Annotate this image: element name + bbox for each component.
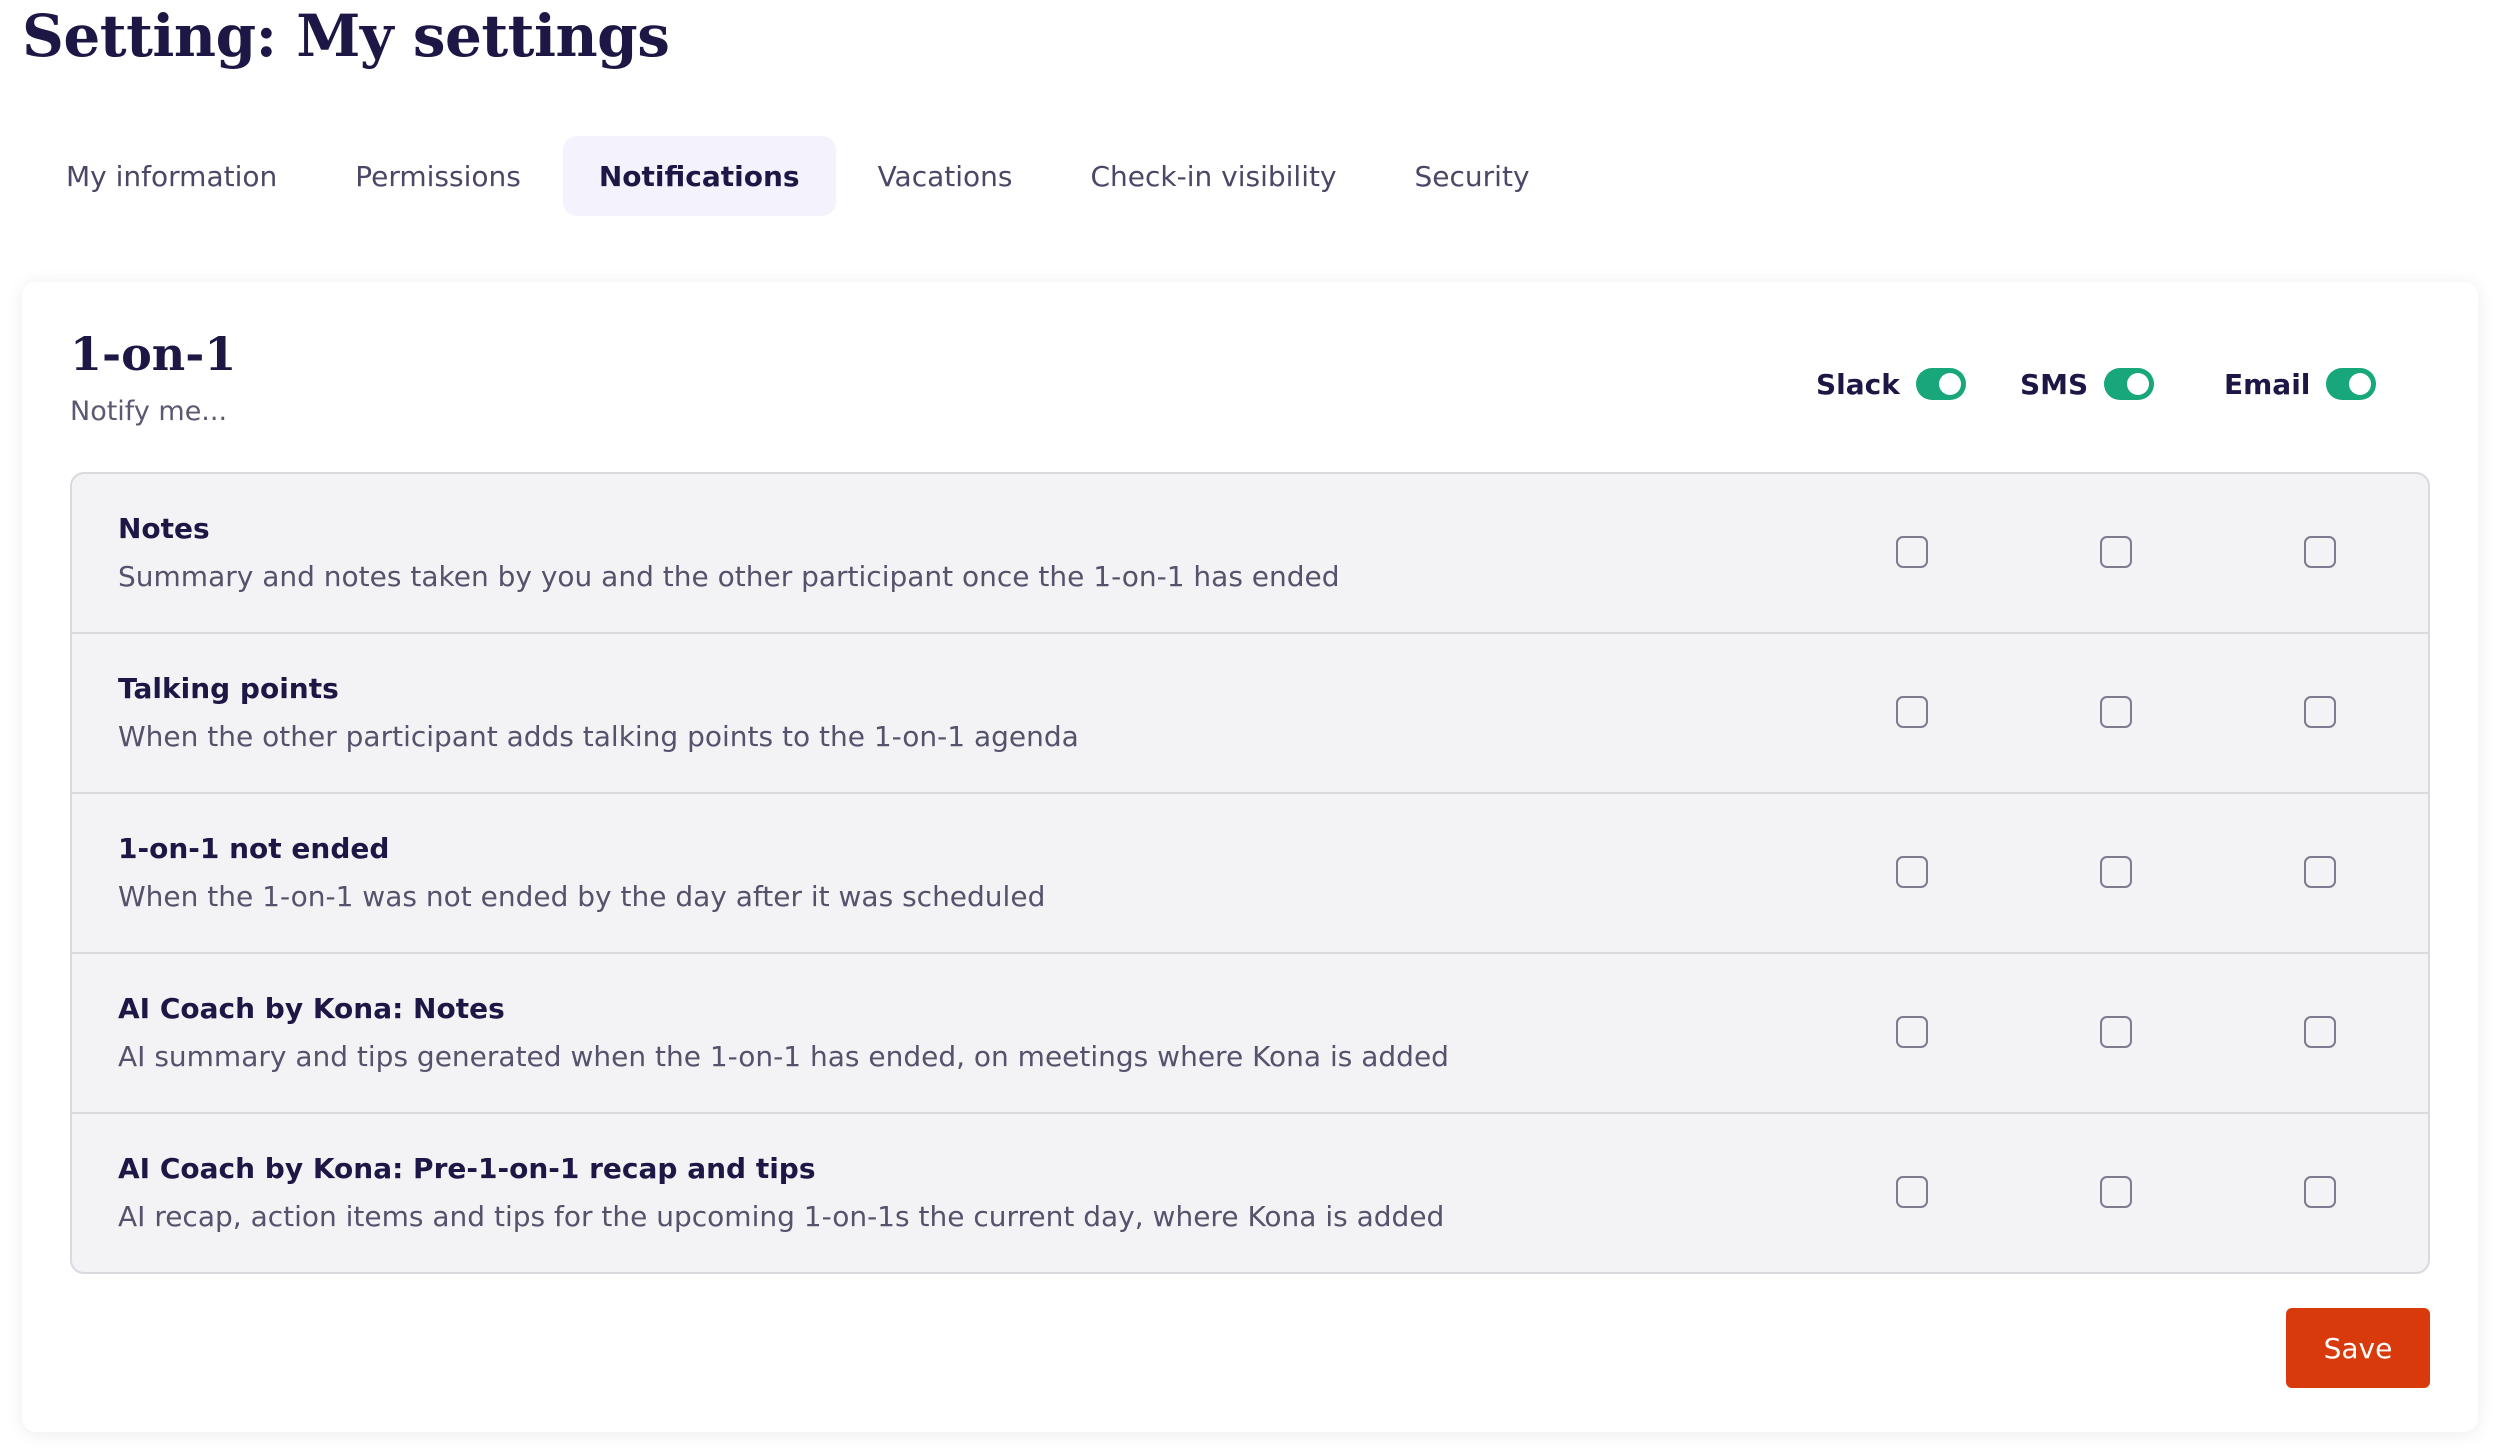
notification-row-ai-coach-notes: AI Coach by Kona: Notes AI summary and t… xyxy=(72,954,2428,1114)
section-subtitle: Notify me... xyxy=(70,396,228,427)
email-checkbox[interactable] xyxy=(2304,856,2336,888)
email-checkbox[interactable] xyxy=(2304,1176,2336,1208)
row-title: AI Coach by Kona: Pre-1-on-1 recap and t… xyxy=(118,1152,816,1185)
sms-checkbox[interactable] xyxy=(2100,1176,2132,1208)
notifications-card: 1-on-1 Notify me... Slack SMS Email Note… xyxy=(22,282,2478,1432)
email-checkbox[interactable] xyxy=(2304,536,2336,568)
row-title: Notes xyxy=(118,512,210,545)
sms-checkbox[interactable] xyxy=(2100,856,2132,888)
tab-permissions[interactable]: Permissions xyxy=(319,136,557,216)
email-checkbox[interactable] xyxy=(2304,696,2336,728)
tab-check-in-visibility[interactable]: Check-in visibility xyxy=(1054,136,1372,216)
tab-notifications[interactable]: Notifications xyxy=(562,136,836,216)
channel-label-slack: Slack xyxy=(1816,367,1900,401)
sms-checkbox[interactable] xyxy=(2100,696,2132,728)
save-button[interactable]: Save xyxy=(2286,1308,2430,1388)
row-description: Summary and notes taken by you and the o… xyxy=(118,560,1340,593)
slack-toggle[interactable] xyxy=(1915,368,1966,400)
row-title: 1-on-1 not ended xyxy=(118,832,390,865)
channel-slack: Slack xyxy=(1816,362,1966,406)
row-description: AI recap, action items and tips for the … xyxy=(118,1200,1445,1233)
slack-checkbox[interactable] xyxy=(1896,1176,1928,1208)
email-toggle[interactable] xyxy=(2326,368,2377,400)
toggle-knob xyxy=(2127,373,2150,395)
toggle-knob xyxy=(1938,373,1961,395)
slack-checkbox[interactable] xyxy=(1896,856,1928,888)
settings-tabs: My information Permissions Notifications… xyxy=(30,136,1566,216)
row-description: When the 1-on-1 was not ended by the day… xyxy=(118,880,1046,913)
notification-table: Notes Summary and notes taken by you and… xyxy=(70,472,2430,1274)
tab-security[interactable]: Security xyxy=(1379,136,1566,216)
notification-row-notes: Notes Summary and notes taken by you and… xyxy=(72,474,2428,634)
slack-checkbox[interactable] xyxy=(1896,536,1928,568)
row-description: When the other participant adds talking … xyxy=(118,720,1079,753)
channel-email: Email xyxy=(2224,362,2377,406)
slack-checkbox[interactable] xyxy=(1896,696,1928,728)
sms-checkbox[interactable] xyxy=(2100,1016,2132,1048)
sms-toggle[interactable] xyxy=(2104,368,2155,400)
row-title: AI Coach by Kona: Notes xyxy=(118,992,505,1025)
section-title: 1-on-1 xyxy=(70,327,237,381)
channel-label-email: Email xyxy=(2224,367,2311,401)
sms-checkbox[interactable] xyxy=(2100,536,2132,568)
toggle-knob xyxy=(2349,373,2372,395)
channel-label-sms: SMS xyxy=(2020,367,2089,401)
notification-row-ai-coach-recap: AI Coach by Kona: Pre-1-on-1 recap and t… xyxy=(72,1114,2428,1272)
channel-sms: SMS xyxy=(2020,362,2155,406)
email-checkbox[interactable] xyxy=(2304,1016,2336,1048)
tab-my-information[interactable]: My information xyxy=(30,136,313,216)
row-description: AI summary and tips generated when the 1… xyxy=(118,1040,1449,1073)
tab-vacations[interactable]: Vacations xyxy=(842,136,1049,216)
slack-checkbox[interactable] xyxy=(1896,1016,1928,1048)
page-title: Setting: My settings xyxy=(22,2,670,70)
row-title: Talking points xyxy=(118,672,339,705)
notification-row-not-ended: 1-on-1 not ended When the 1-on-1 was not… xyxy=(72,794,2428,954)
notification-row-talking-points: Talking points When the other participan… xyxy=(72,634,2428,794)
